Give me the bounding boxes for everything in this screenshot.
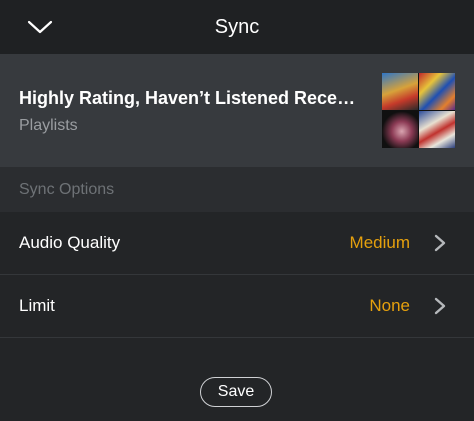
row-label: Limit xyxy=(19,296,55,315)
album-cover-tile xyxy=(419,111,455,148)
playlist-type: Playlists xyxy=(19,117,78,134)
section-label: Sync Options xyxy=(19,181,115,198)
chevron-right-icon xyxy=(434,297,446,315)
save-button[interactable]: Save xyxy=(200,377,272,407)
album-cover-tile xyxy=(382,111,418,148)
sync-screen: Sync Highly Rating, Haven’t Listened Rec… xyxy=(0,0,474,421)
album-cover-collage xyxy=(382,73,455,148)
audio-quality-row[interactable]: Audio Quality Medium xyxy=(0,212,474,275)
page-title: Sync xyxy=(214,16,260,38)
chevron-right-icon xyxy=(434,234,446,252)
audio-quality-value: Medium xyxy=(349,233,410,252)
limit-value: None xyxy=(369,296,410,315)
sync-options-header: Sync Options xyxy=(0,167,474,212)
row-label: Audio Quality xyxy=(19,233,121,252)
limit-row[interactable]: Limit None xyxy=(0,275,474,338)
playlist-title: Highly Rating, Haven’t Listened Recen… xyxy=(19,88,364,108)
top-bar: Sync xyxy=(0,0,474,54)
album-cover-tile xyxy=(382,73,418,110)
album-cover-tile xyxy=(419,73,455,110)
